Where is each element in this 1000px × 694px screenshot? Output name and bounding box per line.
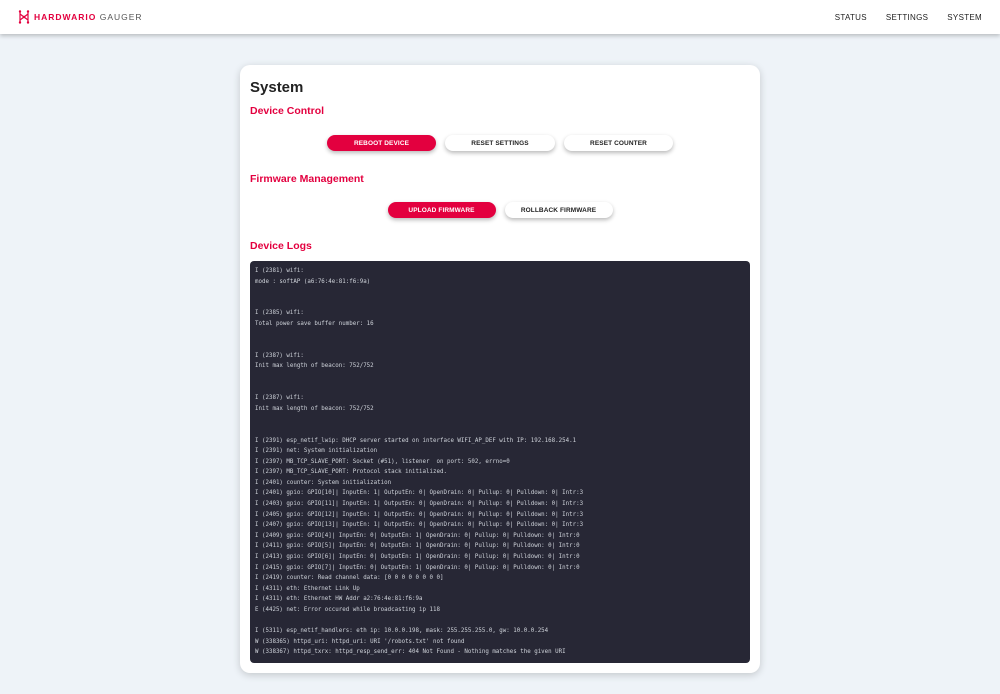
brand-logo[interactable]: HARDWARIO GAUGER <box>18 10 143 24</box>
firmware-buttons: UPLOAD FIRMWARE ROLLBACK FIRMWARE <box>240 202 760 218</box>
device-log-console[interactable]: I (2381) wifi: mode : softAP (a6:76:4e:8… <box>250 261 750 663</box>
main-nav: STATUS SETTINGS SYSTEM <box>816 13 982 22</box>
page-title: System <box>250 79 304 96</box>
reboot-device-button[interactable]: REBOOT DEVICE <box>327 135 436 151</box>
device-control-title: Device Control <box>250 105 325 117</box>
device-logs-title: Device Logs <box>250 240 312 252</box>
reset-settings-button[interactable]: RESET SETTINGS <box>445 135 555 151</box>
brand-text: HARDWARIO GAUGER <box>34 12 143 22</box>
brand-name: HARDWARIO <box>34 12 97 22</box>
device-log-text: I (2381) wifi: mode : softAP (a6:76:4e:8… <box>255 268 584 656</box>
brand-product: GAUGER <box>99 12 143 22</box>
hardwario-logo-icon <box>18 10 30 24</box>
rollback-firmware-button[interactable]: ROLLBACK FIRMWARE <box>504 202 613 218</box>
nav-item-status[interactable]: STATUS <box>816 13 867 22</box>
upload-firmware-button[interactable]: UPLOAD FIRMWARE <box>387 202 496 218</box>
nav-item-settings[interactable]: SETTINGS <box>867 13 928 22</box>
system-card: System Device Control REBOOT DEVICE RESE… <box>240 65 760 673</box>
firmware-management-title: Firmware Management <box>250 173 364 185</box>
reset-counter-button[interactable]: RESET COUNTER <box>564 135 673 151</box>
nav-item-system[interactable]: SYSTEM <box>928 13 982 22</box>
device-control-buttons: REBOOT DEVICE RESET SETTINGS RESET COUNT… <box>240 135 760 151</box>
top-navigation-bar: HARDWARIO GAUGER STATUS SETTINGS SYSTEM <box>0 0 1000 34</box>
